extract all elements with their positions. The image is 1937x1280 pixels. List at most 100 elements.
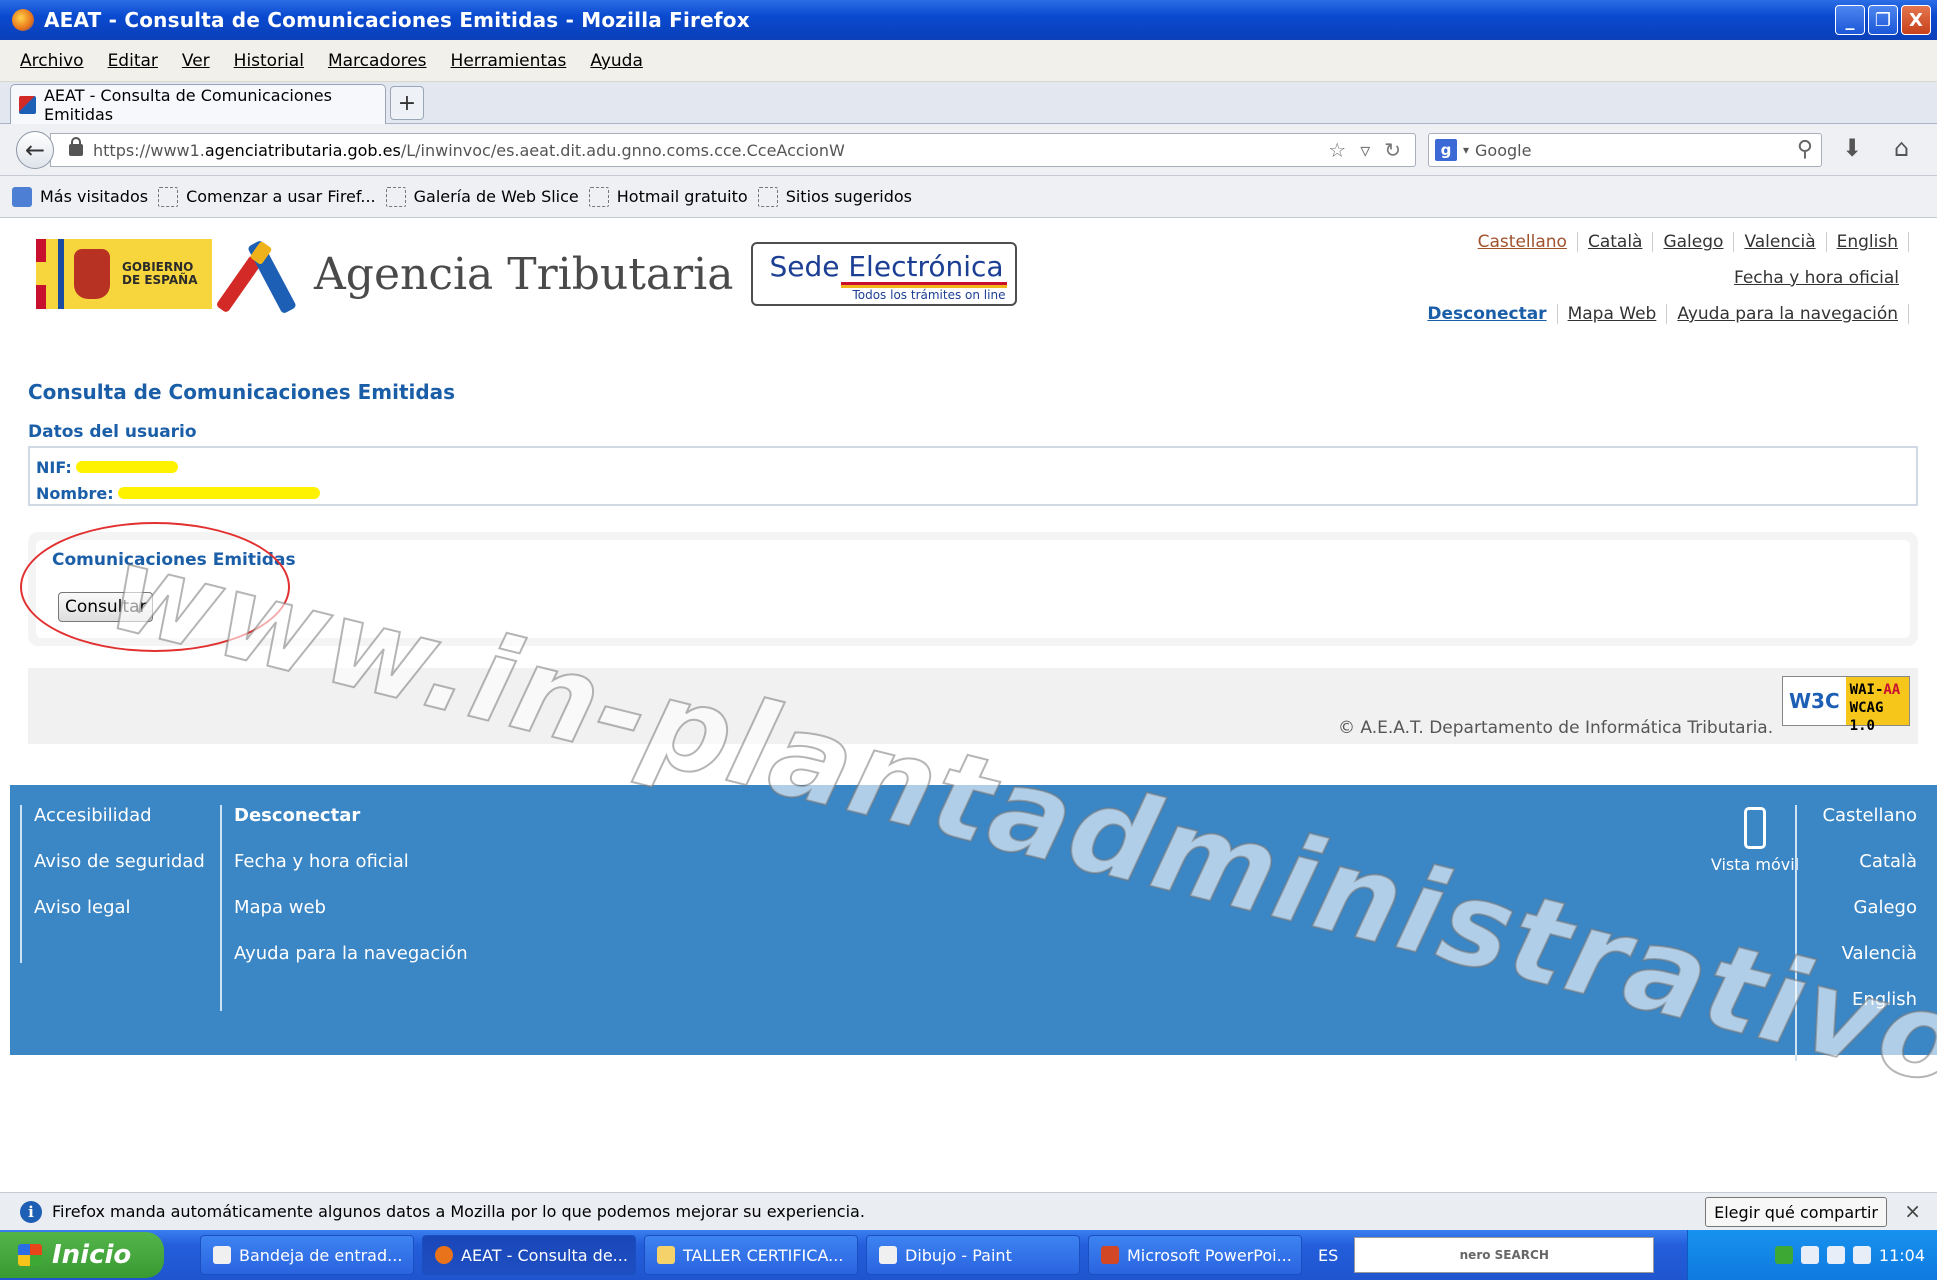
lang-english[interactable]: English	[1827, 232, 1909, 252]
footer-aviso-seguridad[interactable]: Aviso de seguridad	[34, 851, 205, 897]
language-links: Castellano Català Galego Valencià Englis…	[1468, 232, 1909, 252]
menu-archivo[interactable]: Archivo	[20, 51, 84, 71]
bookmark-page-icon	[588, 186, 609, 207]
sede-title: Sede Electrónica	[769, 250, 1004, 283]
menu-ayuda[interactable]: Ayuda	[590, 51, 643, 71]
home-icon[interactable]: ⌂	[1894, 134, 1909, 162]
search-input[interactable]: Google	[1475, 141, 1531, 160]
language-indicator[interactable]: ES	[1318, 1246, 1338, 1265]
minimize-button[interactable]: _	[1835, 5, 1865, 35]
agencia-mark-icon	[215, 239, 308, 315]
menu-historial[interactable]: Historial	[234, 51, 304, 71]
nero-search-box[interactable]: nero SEARCH	[1354, 1237, 1655, 1273]
reload-icon[interactable]: ↻	[1384, 138, 1401, 162]
mobile-phone-icon	[1744, 807, 1766, 849]
choose-share-button[interactable]: Elegir qué compartir	[1705, 1197, 1887, 1227]
coat-of-arms-icon	[74, 249, 110, 299]
nombre-value-redacted	[117, 487, 320, 499]
firefox-icon	[12, 9, 34, 31]
footer-lang-galego[interactable]: Galego	[1811, 897, 1918, 943]
search-engine-dropdown-icon[interactable]: ▾	[1463, 143, 1469, 157]
w3c-wai-badge[interactable]: W3C WAI-AA WCAG 1.0	[1782, 676, 1910, 734]
footer-desconectar[interactable]: Desconectar	[234, 805, 468, 851]
lang-galego[interactable]: Galego	[1653, 232, 1735, 252]
ayuda-navegacion-link[interactable]: Ayuda para la navegación	[1667, 304, 1909, 324]
bookmark-galeria[interactable]: Galería de Web Slice	[385, 186, 579, 207]
info-icon: i	[20, 1200, 42, 1223]
task-taller[interactable]: TALLER CERTIFICA...	[644, 1235, 858, 1275]
lang-catala[interactable]: Català	[1578, 232, 1654, 252]
new-tab-button[interactable]: +	[390, 86, 424, 120]
bookmark-label: Sitios sugeridos	[785, 187, 912, 206]
footer-aviso-legal[interactable]: Aviso legal	[34, 897, 205, 943]
gobierno-text: GOBIERNO DE ESPAÑA	[122, 261, 198, 287]
wai-label: WAI-AA WCAG 1.0	[1845, 677, 1909, 734]
lang-castellano[interactable]: Castellano	[1468, 232, 1578, 252]
gobierno-logo: GOBIERNO DE ESPAÑA	[36, 239, 212, 309]
wai-level: AA	[1883, 682, 1901, 698]
bookmark-mas-visitados[interactable]: Más visitados	[12, 186, 149, 207]
tab-aeat[interactable]: AEAT - Consulta de Comunicaciones Emitid…	[10, 84, 386, 124]
aeat-favicon-icon	[19, 95, 36, 114]
tray-network-icon[interactable]	[1800, 1246, 1819, 1264]
bookmark-hotmail[interactable]: Hotmail gratuito	[588, 186, 748, 207]
bookmark-sitios[interactable]: Sitios sugeridos	[757, 186, 912, 207]
footer-fecha-hora[interactable]: Fecha y hora oficial	[234, 851, 468, 897]
footer-lang-catala[interactable]: Català	[1811, 851, 1917, 897]
footer-mapa-web[interactable]: Mapa web	[234, 897, 468, 943]
footer-ayuda[interactable]: Ayuda para la navegación	[234, 943, 468, 989]
tab-label: AEAT - Consulta de Comunicaciones Emitid…	[43, 85, 332, 124]
bookmark-page-icon	[757, 186, 778, 207]
close-window-button[interactable]: X	[1901, 5, 1931, 35]
footer-accesibilidad[interactable]: Accesibilidad	[34, 805, 205, 851]
footer-lang-castellano[interactable]: Castellano	[1811, 805, 1917, 851]
maximize-button[interactable]: ❐	[1868, 5, 1898, 35]
close-notification-icon[interactable]: ×	[1904, 1199, 1921, 1223]
notification-bar: i Firefox manda automáticamente algunos …	[0, 1192, 1937, 1230]
dropdown-icon[interactable]: ▿	[1360, 138, 1370, 162]
nif-row: NIF:	[36, 454, 1910, 480]
menu-editar[interactable]: Editar	[108, 51, 158, 71]
w3c-logo: W3C	[1789, 689, 1840, 713]
back-button[interactable]: ←	[16, 131, 54, 169]
lang-valencia[interactable]: Valencià	[1734, 232, 1827, 252]
window-titlebar: AEAT - Consulta de Comunicaciones Emitid…	[0, 0, 1937, 40]
clock[interactable]: 11:04	[1879, 1246, 1925, 1265]
nombre-label: Nombre:	[36, 483, 114, 503]
task-label: Microsoft PowerPoi...	[1127, 1245, 1292, 1265]
folder-icon	[657, 1246, 675, 1264]
task-aeat[interactable]: AEAT - Consulta de...	[422, 1235, 636, 1275]
search-bar[interactable]: g ▾ Google ⚲	[1428, 133, 1822, 167]
menu-marcadores[interactable]: Marcadores	[328, 51, 427, 71]
bookmark-label: Más visitados	[40, 187, 149, 206]
tray-app-icon[interactable]	[1852, 1246, 1871, 1264]
fecha-hora-link[interactable]: Fecha y hora oficial	[1734, 268, 1899, 288]
sede-subtitle: Todos los trámites on line	[852, 288, 1006, 302]
menu-herramientas[interactable]: Herramientas	[451, 51, 567, 71]
site-logo[interactable]: GOBIERNO DE ESPAÑA Agencia Tributaria Sed…	[36, 238, 1018, 315]
task-powerpoint[interactable]: Microsoft PowerPoi...	[1088, 1235, 1302, 1275]
start-label: Inicio	[52, 1240, 132, 1270]
bookmark-label: Comenzar a usar Firef...	[186, 187, 376, 206]
desconectar-link[interactable]: Desconectar	[1417, 304, 1558, 324]
paint-icon	[879, 1246, 897, 1264]
menu-ver[interactable]: Ver	[182, 51, 210, 71]
task-bandeja[interactable]: Bandeja de entrad...	[200, 1235, 414, 1275]
url-prefix: https://www1.	[93, 140, 205, 160]
url-bar[interactable]: https://www1. agenciatributaria.gob.es/L/…	[50, 133, 1416, 167]
tray-arrow-icon[interactable]	[1774, 1246, 1793, 1264]
system-tray: 11:04	[1687, 1230, 1937, 1280]
back-arrow-icon: ←	[24, 136, 46, 164]
bookmark-comenzar[interactable]: Comenzar a usar Firef...	[158, 186, 376, 207]
sede-electronica-logo[interactable]: Sede Electrónica Todos los trámites on l…	[751, 242, 1018, 306]
bookmark-star-icon[interactable]: ☆	[1328, 138, 1346, 162]
tray-volume-icon[interactable]	[1826, 1246, 1845, 1264]
search-icon[interactable]: ⚲	[1797, 137, 1813, 162]
start-button[interactable]: Inicio	[0, 1232, 164, 1278]
downloads-icon[interactable]: ⬇	[1842, 134, 1862, 162]
mapa-web-link[interactable]: Mapa Web	[1558, 304, 1668, 324]
most-visited-icon	[12, 186, 32, 207]
notification-text: Firefox manda automáticamente algunos da…	[52, 1202, 865, 1221]
task-paint[interactable]: Dibujo - Paint	[866, 1235, 1080, 1275]
google-icon[interactable]: g	[1435, 139, 1457, 161]
